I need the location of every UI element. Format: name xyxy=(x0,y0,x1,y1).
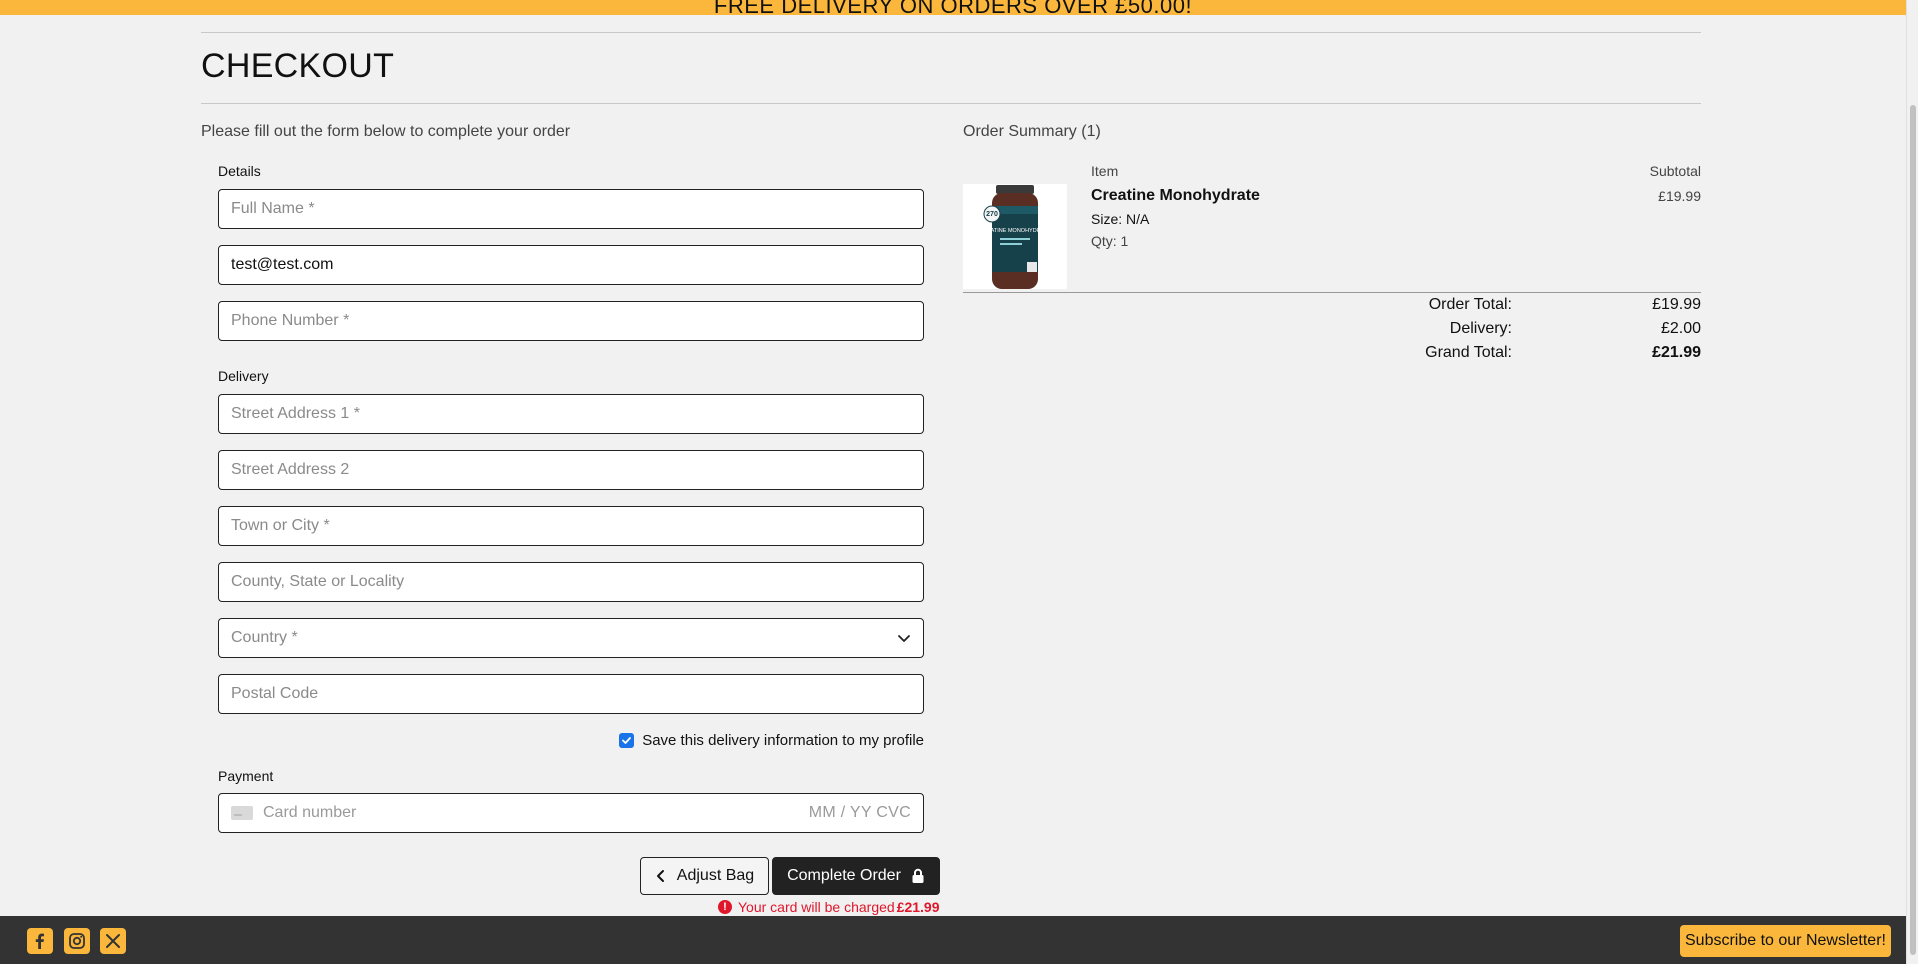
postal-code-field[interactable] xyxy=(218,674,924,714)
delivery-cost-value: £2.00 xyxy=(1660,320,1701,337)
complete-order-button[interactable]: Complete Order xyxy=(772,857,940,895)
checkmark-icon xyxy=(622,737,632,744)
email-field[interactable] xyxy=(218,245,924,285)
alert-icon: ! xyxy=(718,900,732,914)
product-subtotal: £19.99 xyxy=(1658,188,1701,204)
complete-order-label: Complete Order xyxy=(787,867,901,884)
country-select-value: Country * xyxy=(231,629,298,646)
site-footer xyxy=(0,916,1906,964)
subscribe-newsletter-button[interactable]: Subscribe to our Newsletter! xyxy=(1680,925,1891,957)
product-quantity: Qty: 1 xyxy=(1091,233,1129,249)
summary-divider xyxy=(963,292,1701,293)
town-city-field[interactable] xyxy=(218,506,924,546)
divider xyxy=(201,32,1701,33)
charge-notice: ! Your card will be charged £21.99 xyxy=(718,899,940,915)
county-input[interactable] xyxy=(231,573,911,591)
payment-section-label: Payment xyxy=(218,768,274,784)
grand-total-label: Grand Total: xyxy=(1425,344,1512,361)
grand-total-value: £21.99 xyxy=(1652,344,1701,361)
lock-icon xyxy=(912,868,924,883)
full-name-input[interactable] xyxy=(231,200,911,218)
save-info-checkbox[interactable] xyxy=(619,733,635,748)
street-address-1-field[interactable] xyxy=(218,394,924,434)
charge-amount: £21.99 xyxy=(896,899,940,915)
product-label: CREATINE MONOHYDRATE xyxy=(979,228,1051,234)
product-size: Size: N/A xyxy=(1091,211,1150,227)
adjust-bag-button[interactable]: Adjust Bag xyxy=(640,857,769,895)
email-input[interactable] xyxy=(231,256,911,274)
page-scrollbar[interactable] xyxy=(1906,0,1918,964)
order-total-value: £19.99 xyxy=(1652,296,1701,313)
page-title: CHECKOUT xyxy=(201,47,395,85)
x-icon[interactable] xyxy=(100,928,126,954)
street-address-2-input[interactable] xyxy=(231,461,911,479)
save-info-row[interactable]: Save this delivery information to my pro… xyxy=(600,732,924,749)
divider xyxy=(201,103,1701,104)
credit-card-icon xyxy=(231,806,253,820)
checkout-intro: Please fill out the form below to comple… xyxy=(201,123,571,140)
order-total-label: Order Total: xyxy=(1428,296,1512,313)
card-number-placeholder: Card number xyxy=(263,804,357,821)
supplement-bottle-image: 270 CREATINE MONOHYDRATE xyxy=(963,184,1067,289)
delivery-cost-label: Delivery: xyxy=(1449,320,1512,337)
delivery-section-label: Delivery xyxy=(218,368,269,384)
subtotal-column-header: Subtotal xyxy=(1649,163,1701,179)
chevron-down-icon xyxy=(898,635,910,642)
details-section-label: Details xyxy=(218,163,261,179)
country-select[interactable]: Country * xyxy=(218,618,924,658)
save-info-label: Save this delivery information to my pro… xyxy=(642,732,924,749)
adjust-bag-label: Adjust Bag xyxy=(676,867,755,884)
card-expiry-cvc-placeholder: MM / YY CVC xyxy=(808,804,911,821)
postal-code-input[interactable] xyxy=(231,685,911,703)
scrollbar-thumb[interactable] xyxy=(1910,105,1916,955)
item-column-header: Item xyxy=(1091,163,1119,179)
product-image[interactable]: 270 CREATINE MONOHYDRATE xyxy=(963,184,1067,289)
chevron-left-icon xyxy=(656,870,664,882)
promo-banner-text: FREE DELIVERY ON ORDERS OVER £50.00! xyxy=(713,0,1193,15)
card-input-field[interactable]: Card number MM / YY CVC xyxy=(218,793,924,833)
street-address-1-input[interactable] xyxy=(231,405,911,423)
county-field[interactable] xyxy=(218,562,924,602)
street-address-2-field[interactable] xyxy=(218,450,924,490)
promo-banner: FREE DELIVERY ON ORDERS OVER £50.00! xyxy=(0,0,1906,15)
phone-input[interactable] xyxy=(231,312,911,330)
order-summary-title: Order Summary (1) xyxy=(963,123,1101,140)
product-name: Creatine Monohydrate xyxy=(1091,187,1260,204)
product-badge: 270 xyxy=(986,211,998,218)
phone-field[interactable] xyxy=(218,301,924,341)
full-name-field[interactable] xyxy=(218,189,924,229)
town-city-input[interactable] xyxy=(231,517,911,535)
charge-notice-text: Your card will be charged xyxy=(738,899,895,915)
facebook-icon[interactable] xyxy=(27,928,53,954)
instagram-icon[interactable] xyxy=(64,928,90,954)
